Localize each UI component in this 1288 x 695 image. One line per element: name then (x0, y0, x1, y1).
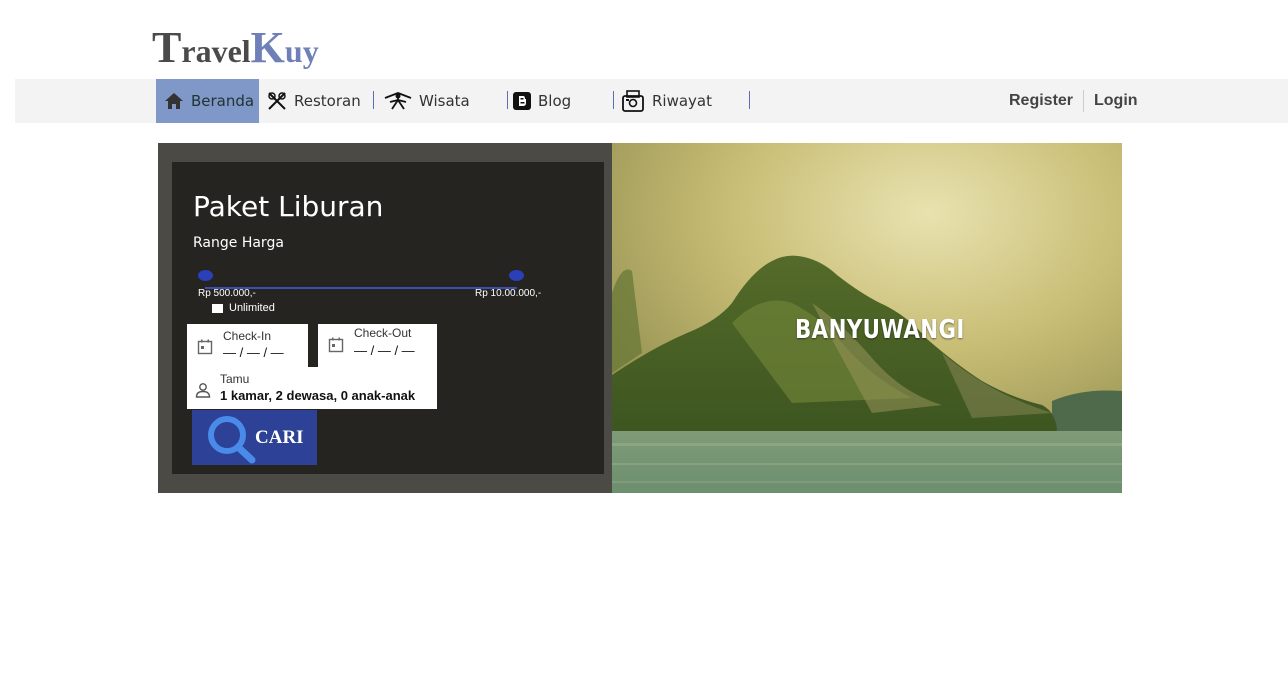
auth-divider (1083, 90, 1084, 112)
home-icon (165, 93, 183, 109)
nav-riwayat[interactable]: Riwayat (620, 79, 712, 123)
restaurant-icon (268, 92, 286, 110)
search-button[interactable]: CARI (192, 410, 317, 465)
nav-blog[interactable]: Blog (512, 79, 571, 123)
history-icon (622, 90, 644, 112)
login-link[interactable]: Login (1094, 79, 1138, 123)
register-link[interactable]: Register (1009, 79, 1073, 123)
nav-divider (507, 91, 508, 109)
nav-beranda-label: Beranda (191, 92, 255, 110)
nav-restoran-label: Restoran (294, 92, 361, 110)
unlimited-label: Unlimited (229, 302, 275, 314)
checkout-field[interactable]: Check-Out — / — / — (318, 324, 437, 367)
search-panel-frame: Paket Liburan Range Harga Rp 500.000,- R… (158, 143, 614, 493)
panel-title: Paket Liburan (193, 190, 384, 223)
checkin-value: — / — / — (223, 345, 284, 360)
nav-divider (373, 91, 374, 109)
guest-value: 1 kamar, 2 dewasa, 0 anak-anak (220, 388, 416, 403)
nav-divider (749, 91, 750, 109)
travel-icon (384, 92, 412, 110)
calendar-icon (197, 339, 213, 355)
unlimited-checkbox[interactable] (212, 304, 223, 313)
price-slider-max-handle[interactable] (509, 270, 524, 281)
user-icon (195, 383, 211, 398)
price-min-label: Rp 500.000,- (198, 288, 256, 299)
main-navbar: Beranda Restoran Wisata Blog Riwayat Reg… (15, 79, 1288, 123)
checkout-label: Check-Out (354, 326, 412, 340)
price-slider-min-handle[interactable] (198, 270, 213, 281)
hero-section: Paket Liburan Range Harga Rp 500.000,- R… (158, 143, 1122, 493)
checkin-field[interactable]: Check-In — / — / — (187, 324, 308, 367)
search-button-label: CARI (255, 427, 304, 448)
nav-riwayat-label: Riwayat (652, 92, 712, 110)
brand-word-1: ravel (181, 33, 251, 69)
nav-divider (613, 91, 614, 109)
brand-letter-1: T (152, 23, 182, 72)
checkin-label: Check-In (223, 329, 272, 343)
blog-icon (513, 92, 531, 110)
guest-label: Tamu (220, 372, 250, 386)
nav-restoran[interactable]: Restoran (266, 79, 361, 123)
brand-word-2: uy (284, 33, 319, 69)
price-range-label: Range Harga (193, 235, 284, 251)
nav-beranda[interactable]: Beranda (156, 79, 259, 123)
hero-image: BANYUWANGI (612, 143, 1122, 493)
hero-caption: BANYUWANGI (795, 315, 965, 345)
nav-blog-label: Blog (538, 92, 572, 110)
search-icon (208, 416, 256, 464)
nav-wisata-label: Wisata (419, 92, 470, 110)
nav-wisata[interactable]: Wisata (383, 79, 470, 123)
search-panel: Paket Liburan Range Harga Rp 500.000,- R… (172, 162, 604, 474)
brand-letter-2: K (250, 23, 285, 72)
brand-logo[interactable]: TravelKuy (152, 26, 319, 74)
guest-field[interactable]: Tamu 1 kamar, 2 dewasa, 0 anak-anak (187, 367, 437, 409)
price-max-label: Rp 10.00.000,- (475, 288, 542, 299)
calendar-icon (328, 337, 344, 353)
checkout-value: — / — / — (354, 343, 415, 358)
